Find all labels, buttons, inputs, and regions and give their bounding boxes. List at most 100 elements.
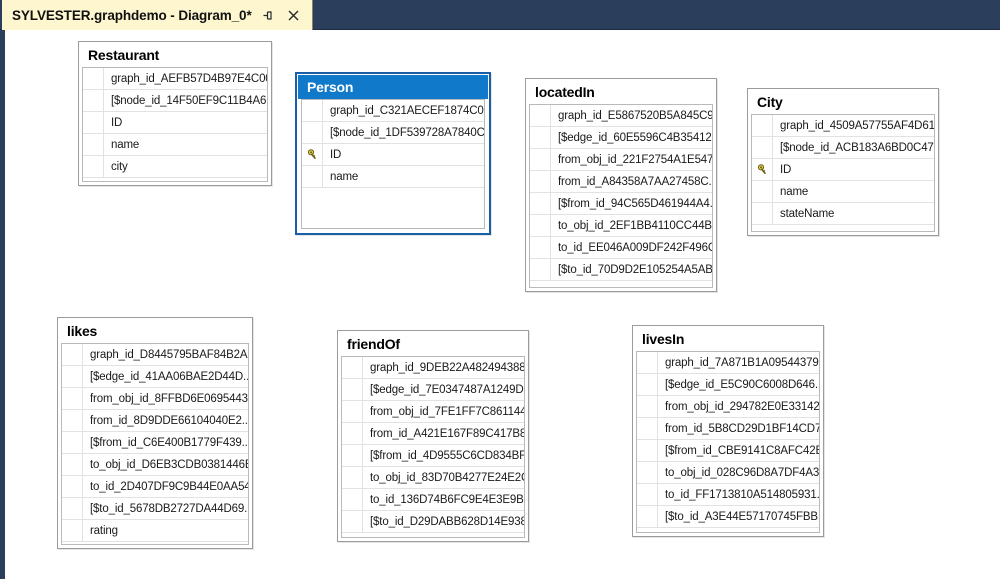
column-row[interactable]: to_id_136D74B6FC9E4E3E9B0...: [342, 489, 524, 511]
table-shape-friendof[interactable]: friendOf graph_id_9DEB22A482494388... [$ed…: [337, 330, 529, 542]
column-row[interactable]: [$to_id_70D9D2E105254A5AB...: [530, 259, 712, 281]
column-row[interactable]: rating: [62, 520, 248, 542]
column-list[interactable]: graph_id_D8445795BAF84B2A... [$edge_id_41…: [61, 343, 249, 545]
column-name: graph_id_9DEB22A482494388...: [370, 361, 524, 374]
tab-diagram-0[interactable]: SYLVESTER.graphdemo - Diagram_0*: [2, 0, 313, 30]
column-name: [$from_id_94C565D461944A4...: [558, 197, 712, 210]
column-row[interactable]: [$from_id_94C565D461944A4...: [530, 193, 712, 215]
column-row[interactable]: ID: [83, 112, 267, 134]
row-gutter-cell: [637, 440, 658, 461]
column-row[interactable]: from_id_8D9DDE66104040E2...: [62, 410, 248, 432]
row-gutter-cell: [302, 166, 323, 187]
column-row[interactable]: [$to_id_A3E44E57170745FBB...: [637, 506, 819, 528]
column-list[interactable]: graph_id_9DEB22A482494388... [$edge_id_7E…: [341, 356, 525, 538]
diagram-canvas[interactable]: Restaurant graph_id_AEFB57D4B97E4C00... [$…: [0, 30, 1000, 579]
row-gutter-cell: [83, 90, 104, 111]
column-row[interactable]: from_obj_id_221F2754A1E547...: [530, 149, 712, 171]
column-row[interactable]: graph_id_E5867520B5A845C9...: [530, 105, 712, 127]
column-row[interactable]: [$from_id_4D9555C6CD834BF...: [342, 445, 524, 467]
column-row[interactable]: from_id_A421E167F89C417B8...: [342, 423, 524, 445]
row-gutter-cell: [62, 410, 83, 431]
column-row[interactable]: ID: [302, 144, 484, 166]
column-row[interactable]: [$edge_id_41AA06BAE2D44D...: [62, 366, 248, 388]
column-row[interactable]: to_id_2D407DF9C9B44E0AA54...: [62, 476, 248, 498]
column-name: [$node_id_ACB183A6BD0C47...: [780, 141, 934, 154]
row-gutter-cell: [637, 374, 658, 395]
column-row[interactable]: city: [83, 156, 267, 178]
column-row[interactable]: stateName: [752, 203, 934, 225]
column-row[interactable]: name: [83, 134, 267, 156]
column-name: to_obj_id_2EF1BB4110CC44B6...: [558, 219, 712, 232]
column-row[interactable]: [$from_id_C6E400B1779F439...: [62, 432, 248, 454]
column-name: from_obj_id_8FFBD6E0695443...: [90, 392, 248, 405]
column-row[interactable]: [$to_id_D29DABB628D14E938...: [342, 511, 524, 533]
row-gutter-cell: [530, 149, 551, 170]
table-shape-livesin[interactable]: livesIn graph_id_7A871B1A09544379... [$edg…: [632, 325, 824, 537]
row-gutter-cell: [342, 467, 363, 488]
column-row[interactable]: [$edge_id_7E0347487A1249D...: [342, 379, 524, 401]
column-row[interactable]: graph_id_D8445795BAF84B2A...: [62, 344, 248, 366]
document-tab-strip: SYLVESTER.graphdemo - Diagram_0*: [0, 0, 1000, 30]
column-row[interactable]: graph_id_7A871B1A09544379...: [637, 352, 819, 374]
row-gutter-cell: [62, 498, 83, 519]
column-row[interactable]: to_obj_id_D6EB3CDB0381446B...: [62, 454, 248, 476]
column-row[interactable]: graph_id_4509A57755AF4D61...: [752, 115, 934, 137]
row-gutter-cell: [637, 484, 658, 505]
row-gutter-cell: [62, 476, 83, 497]
column-list[interactable]: graph_id_AEFB57D4B97E4C00... [$node_id_14…: [82, 67, 268, 182]
row-gutter-cell: [752, 203, 773, 224]
column-list[interactable]: graph_id_C321AECEF1874C05... [$node_id_1D…: [301, 99, 485, 229]
table-shape-city[interactable]: City graph_id_4509A57755AF4D61... [$node_i…: [747, 88, 939, 236]
column-name: [$edge_id_41AA06BAE2D44D...: [90, 370, 248, 383]
column-row[interactable]: graph_id_C321AECEF1874C05...: [302, 100, 484, 122]
column-list[interactable]: graph_id_7A871B1A09544379... [$edge_id_E5…: [636, 351, 820, 533]
column-row[interactable]: [$edge_id_60E5596C4B35412F...: [530, 127, 712, 149]
column-row[interactable]: to_id_FF1713810A514805931...: [637, 484, 819, 506]
column-name: to_obj_id_83D70B4277E24E2C...: [370, 471, 524, 484]
row-gutter-cell: [62, 454, 83, 475]
primary-key-icon: [757, 164, 766, 174]
column-name: [$node_id_14F50EF9C11B4A6...: [111, 94, 267, 107]
column-row[interactable]: name: [302, 166, 484, 188]
column-row[interactable]: graph_id_AEFB57D4B97E4C00...: [83, 68, 267, 90]
diagram-designer-window: SYLVESTER.graphdemo - Diagram_0* Restaur…: [0, 0, 1000, 579]
column-list[interactable]: graph_id_4509A57755AF4D61... [$node_id_AC…: [751, 114, 935, 232]
table-title: locatedIn: [526, 79, 716, 104]
pin-icon[interactable]: [258, 4, 278, 26]
table-shape-likes[interactable]: likes graph_id_D8445795BAF84B2A... [$edge_…: [57, 317, 253, 549]
column-row[interactable]: ID: [752, 159, 934, 181]
row-gutter-cell: [342, 401, 363, 422]
row-gutter-cell: [342, 489, 363, 510]
column-row[interactable]: [$from_id_CBE9141C8AFC42E...: [637, 440, 819, 462]
column-row[interactable]: from_obj_id_294782E0E33142...: [637, 396, 819, 418]
column-row[interactable]: from_obj_id_8FFBD6E0695443...: [62, 388, 248, 410]
column-row[interactable]: [$to_id_5678DB2727DA44D69...: [62, 498, 248, 520]
table-shape-restaurant[interactable]: Restaurant graph_id_AEFB57D4B97E4C00... [$…: [78, 41, 272, 186]
column-row[interactable]: to_obj_id_2EF1BB4110CC44B6...: [530, 215, 712, 237]
close-icon[interactable]: [284, 4, 304, 26]
row-gutter-cell: [752, 115, 773, 136]
table-shape-locatedin[interactable]: locatedIn graph_id_E5867520B5A845C9... [$e…: [525, 78, 717, 292]
column-row[interactable]: [$node_id_14F50EF9C11B4A6...: [83, 90, 267, 112]
column-name: [$to_id_5678DB2727DA44D69...: [90, 502, 248, 515]
column-row[interactable]: [$node_id_1DF539728A7840C...: [302, 122, 484, 144]
table-shape-person[interactable]: Person graph_id_C321AECEF1874C05... [$node…: [295, 72, 491, 235]
column-list[interactable]: graph_id_E5867520B5A845C9... [$edge_id_60…: [529, 104, 713, 288]
column-row[interactable]: from_obj_id_7FE1FF7C861144F...: [342, 401, 524, 423]
column-row[interactable]: name: [752, 181, 934, 203]
row-gutter-cell: [637, 352, 658, 373]
key-indicator-cell: [752, 159, 773, 180]
column-name: from_obj_id_7FE1FF7C861144F...: [370, 405, 524, 418]
column-row[interactable]: to_id_EE046A009DF242F496C...: [530, 237, 712, 259]
row-gutter-cell: [83, 68, 104, 89]
column-row[interactable]: to_obj_id_028C96D8A7DF4A3...: [637, 462, 819, 484]
row-gutter-cell: [342, 445, 363, 466]
column-row[interactable]: to_obj_id_83D70B4277E24E2C...: [342, 467, 524, 489]
column-row[interactable]: from_id_5B8CD29D1BF14CD7...: [637, 418, 819, 440]
column-name: [$to_id_70D9D2E105254A5AB...: [558, 263, 712, 276]
column-row[interactable]: graph_id_9DEB22A482494388...: [342, 357, 524, 379]
column-row[interactable]: [$node_id_ACB183A6BD0C47...: [752, 137, 934, 159]
column-row[interactable]: [$edge_id_E5C90C6008D646...: [637, 374, 819, 396]
column-row[interactable]: from_id_A84358A7AA27458C...: [530, 171, 712, 193]
row-gutter-cell: [637, 418, 658, 439]
